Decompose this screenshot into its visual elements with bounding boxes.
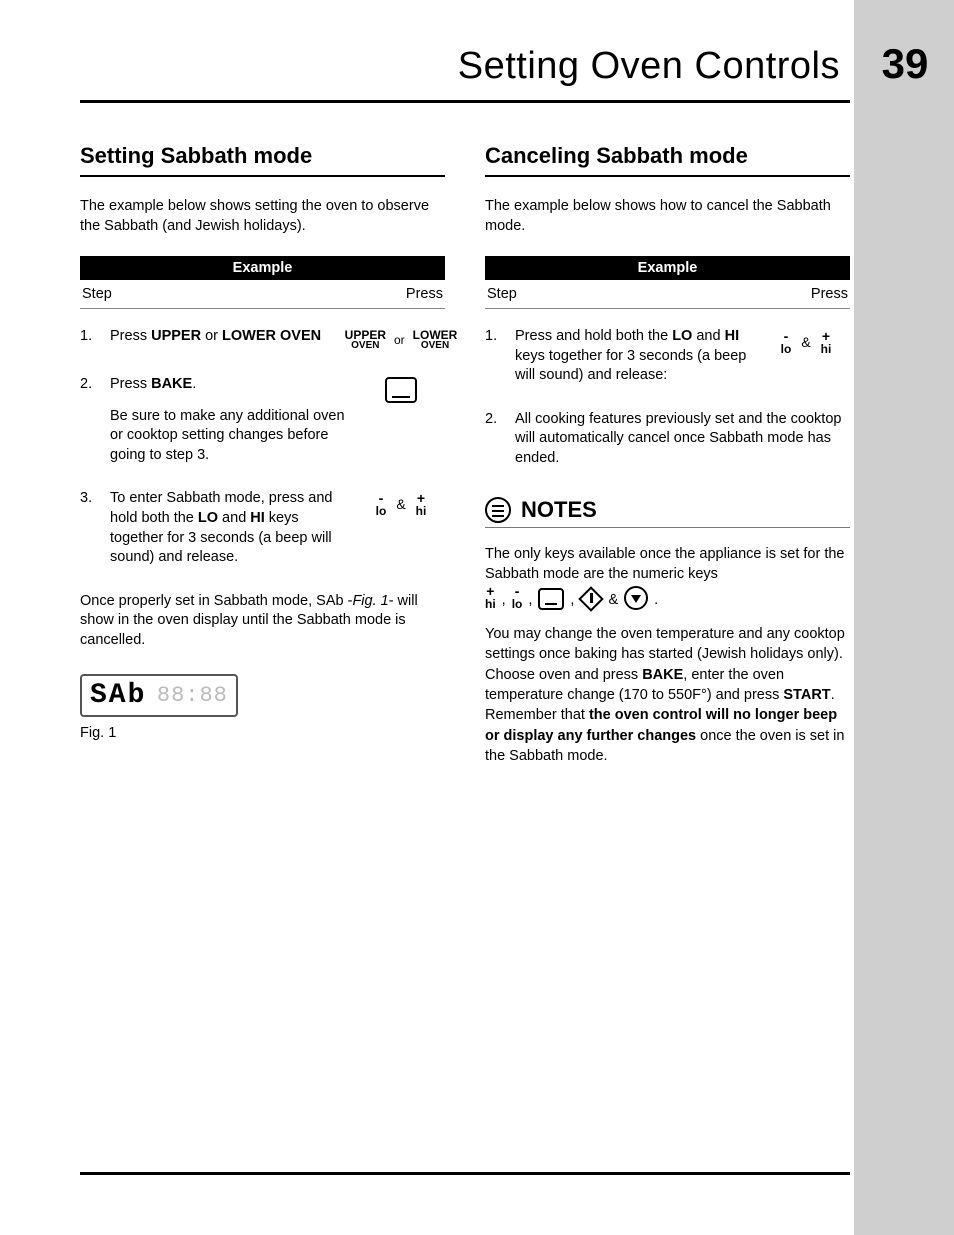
- notes-icon: [485, 497, 511, 523]
- bake-key-icon: [538, 588, 564, 610]
- text: or: [201, 328, 222, 344]
- oven-display-figure: SAb 88:88: [80, 674, 238, 717]
- key-bake: BAKE: [642, 667, 683, 683]
- display-dim: 88:88: [157, 683, 228, 708]
- hi-key-icon: hi: [821, 329, 832, 355]
- hi-key-icon: hi: [485, 584, 496, 610]
- start-down-icon: [624, 586, 648, 610]
- key-upper: UPPER: [151, 328, 201, 344]
- text: All cooking features previously set and …: [515, 410, 850, 469]
- text: Press: [110, 376, 151, 392]
- example-header-left: Example: [80, 256, 445, 280]
- example-header-right: Example: [485, 256, 850, 280]
- key-start: START: [783, 687, 830, 703]
- comma: ,: [502, 590, 506, 610]
- page-margin-strip: [854, 0, 954, 1235]
- footer-rule: [80, 1172, 850, 1175]
- notes-heading: NOTES: [485, 497, 850, 528]
- key-bake: BAKE: [151, 376, 192, 392]
- column-left: Setting Sabbath mode The example below s…: [80, 143, 445, 780]
- heading-setting-sabbath: Setting Sabbath mode: [80, 143, 445, 177]
- text: keys together for 3 seconds (a beep will…: [515, 348, 746, 384]
- key-lo: LO: [672, 328, 692, 344]
- column-right: Canceling Sabbath mode The example below…: [485, 143, 850, 780]
- col-press: Press: [406, 286, 443, 302]
- lo-key-icon: lo: [376, 491, 387, 517]
- page-number: 39: [870, 40, 940, 88]
- comma: ,: [528, 590, 532, 610]
- ampersand: &: [390, 495, 411, 514]
- text: and: [692, 328, 724, 344]
- text: .: [192, 376, 196, 392]
- intro-right: The example below shows how to cancel th…: [485, 197, 850, 236]
- left-step-3: To enter Sabbath mode, press and hold bo…: [80, 489, 445, 567]
- left-step-2: Press BAKE. Be sure to make any addition…: [80, 375, 445, 465]
- text: Press: [110, 328, 151, 344]
- col-step: Step: [487, 286, 517, 302]
- header-rule: [80, 100, 850, 103]
- text: Once properly set in Sabbath mode, SAb -: [80, 593, 352, 609]
- notes-para-2: You may change the oven temperature and …: [485, 624, 850, 766]
- right-step-2: All cooking features previously set and …: [485, 410, 850, 469]
- table-header-right: Step Press: [485, 280, 850, 309]
- table-header-left: Step Press: [80, 280, 445, 309]
- key-hi: HI: [725, 328, 740, 344]
- period: .: [654, 590, 658, 610]
- fig-ref: Fig. 1: [352, 593, 388, 609]
- right-step-1: Press and hold both the LO and HI keys t…: [485, 327, 850, 386]
- key-lo: LO: [198, 510, 218, 526]
- label: OVEN: [351, 341, 379, 351]
- figure-caption: Fig. 1: [80, 725, 445, 741]
- ampersand: &: [608, 590, 618, 610]
- left-after-para: Once properly set in Sabbath mode, SAb -…: [80, 592, 445, 651]
- col-press: Press: [811, 286, 848, 302]
- comma: ,: [570, 590, 574, 610]
- lo-key-icon: lo: [781, 329, 792, 355]
- notes-para-1: The only keys available once the applian…: [485, 544, 850, 611]
- timer-up-icon: [580, 588, 602, 610]
- bake-key-icon: [385, 377, 417, 403]
- ampersand: &: [795, 333, 816, 352]
- upper-oven-key-icon: UPPER OVEN: [345, 329, 386, 351]
- text: Press and hold both the: [515, 328, 672, 344]
- col-step: Step: [82, 286, 112, 302]
- intro-left: The example below shows setting the oven…: [80, 197, 445, 236]
- page-title: Setting Oven Controls: [458, 45, 840, 88]
- text: The only keys available once the applian…: [485, 546, 845, 582]
- notes-label: NOTES: [521, 497, 597, 523]
- text: and: [218, 510, 250, 526]
- or-label: or: [390, 332, 409, 348]
- hi-key-icon: hi: [416, 491, 427, 517]
- display-sab: SAb: [90, 680, 146, 711]
- step-2-sub: Be sure to make any additional oven or c…: [110, 407, 345, 466]
- key-hi: HI: [250, 510, 265, 526]
- label: OVEN: [421, 341, 449, 351]
- left-step-1: Press UPPER or LOWER OVEN UPPER OVEN or: [80, 327, 445, 351]
- key-lower-oven: LOWER OVEN: [222, 328, 321, 344]
- lo-key-icon: lo: [512, 584, 523, 610]
- heading-canceling-sabbath: Canceling Sabbath mode: [485, 143, 850, 177]
- lower-oven-key-icon: LOWER OVEN: [413, 329, 458, 351]
